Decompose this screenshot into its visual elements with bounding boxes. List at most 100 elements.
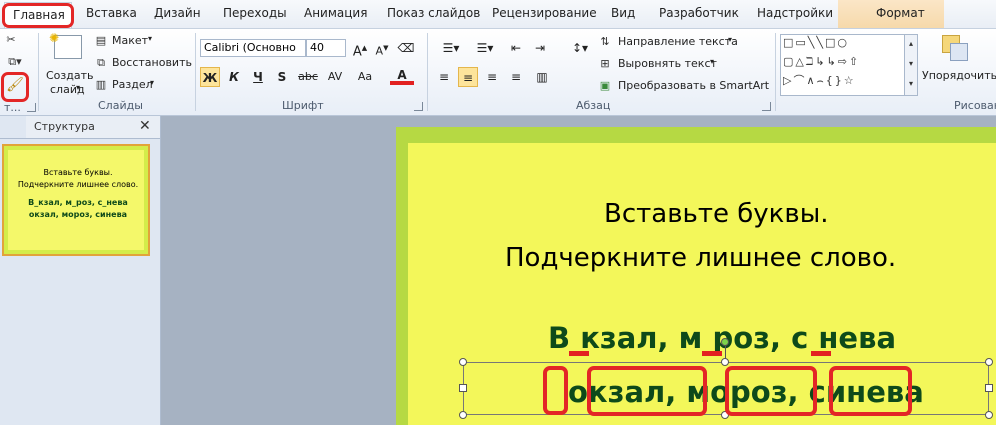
line-spacing-icon[interactable]: ↕▾ [566, 38, 594, 58]
separator [427, 33, 428, 111]
shapes-gallery[interactable]: □▭╲╲□○ ▢△ℶ↳↳⇨⇧ ▷⌒∧⌢{}☆ [780, 34, 906, 96]
shapes-row-1-icon: □▭╲╲□○ [783, 36, 850, 49]
dropdown-arrow-icon: ▾ [728, 35, 733, 44]
shrink-font-icon[interactable]: A▼ [372, 38, 392, 58]
highlight-home-tab [2, 3, 74, 28]
tab-design[interactable]: Дизайн [154, 6, 201, 20]
bullets-icon[interactable]: ☰▾ [436, 38, 466, 58]
change-case-button[interactable]: Aa [352, 67, 378, 87]
scroll-up-icon: ▴ [908, 39, 913, 48]
thumb-line-3: В_кзал, м_роз, с_нева [28, 198, 128, 207]
separator [195, 33, 196, 111]
tab-outline[interactable]: Структура [34, 120, 95, 133]
tab-developer[interactable]: Разработчик [659, 6, 739, 20]
tab-view[interactable]: Вид [611, 6, 635, 20]
font-launcher[interactable] [414, 102, 423, 111]
reset-icon: ⧉ [97, 56, 105, 69]
arrange-button[interactable]: Упорядочить [920, 33, 996, 97]
separator [38, 33, 39, 111]
shadow-button[interactable]: S [272, 67, 292, 87]
increase-indent-icon[interactable]: ⇥ [530, 38, 550, 58]
slide-thumbnail[interactable]: Вставьте буквы. Подчеркните лишнее слово… [2, 144, 150, 256]
ribbon-tab-bar: Главная Вставка Дизайн Переходы Анимация… [0, 0, 996, 29]
paragraph-launcher[interactable] [762, 102, 771, 111]
blank-underline-1 [569, 351, 589, 356]
tab-addins[interactable]: Надстройки [757, 6, 833, 20]
grow-font-icon[interactable]: A▲ [350, 38, 370, 59]
align-text-label: Выровнять текст [618, 57, 717, 70]
decrease-indent-icon[interactable]: ⇤ [506, 38, 526, 58]
italic-button[interactable]: К [224, 67, 244, 87]
blank-underline-2 [702, 351, 722, 356]
ribbon: ✂ ⧉▾ 🖌 т... ✺ Создать слайд ▾ ▤ Макет ▾ … [0, 29, 996, 116]
arrange-icon-2 [950, 43, 968, 61]
text-direction-button[interactable]: ⇅ Направление текста ▾ [598, 34, 758, 50]
cut-icon[interactable]: ✂ [4, 33, 18, 47]
resize-handle-tc[interactable] [721, 358, 729, 366]
shapes-row-2-icon: ▢△ℶ↳↳⇨⇧ [783, 55, 861, 68]
slides-group-label: Слайды [98, 99, 143, 112]
slides-pane: Структура ✕ Вставьте буквы. Подчеркните … [0, 116, 161, 425]
tab-transitions[interactable]: Переходы [223, 6, 287, 20]
scroll-down-icon: ▾ [908, 59, 913, 68]
resize-handle-br[interactable] [985, 411, 993, 419]
rotation-handle[interactable] [721, 338, 729, 346]
resize-handle-tl[interactable] [459, 358, 467, 366]
smartart-button[interactable]: ▣ Преобразовать в SmartArt [598, 78, 770, 94]
section-label: Раздел [112, 78, 153, 91]
char-spacing-button[interactable]: AV [322, 67, 348, 87]
layout-button[interactable]: ▤ Макет ▾ [94, 33, 160, 49]
font-size-combo[interactable]: 40 [306, 39, 346, 57]
copy-icon[interactable]: ⧉▾ [4, 55, 26, 69]
align-right-icon[interactable]: ≡ [482, 67, 502, 87]
resize-handle-tr[interactable] [985, 358, 993, 366]
gallery-scroll[interactable]: ▴ ▾ ▾ [904, 34, 918, 96]
clipboard-launcher[interactable] [27, 103, 36, 112]
tab-insert[interactable]: Вставка [86, 6, 137, 20]
columns-icon[interactable]: ▥ [532, 67, 552, 87]
drawing-group-label: Рисован [954, 99, 996, 112]
highlight-letter-2 [587, 366, 707, 416]
align-text-icon: ⊞ [600, 57, 610, 70]
arrange-label: Упорядочить [922, 69, 996, 82]
justify-icon[interactable]: ≡ [506, 67, 526, 87]
more-icon: ▾ [908, 79, 913, 88]
tab-format[interactable]: Формат [876, 6, 925, 20]
resize-handle-bl[interactable] [459, 411, 467, 419]
tab-slideshow[interactable]: Показ слайдов [387, 6, 480, 20]
slide-thumbnail-face: Вставьте буквы. Подчеркните лишнее слово… [8, 150, 144, 250]
separator [775, 33, 776, 111]
slide-line-2: Подчеркните лишнее слово. [505, 243, 897, 273]
smartart-icon: ▣ [599, 79, 611, 92]
section-button[interactable]: ▥ Раздел ▾ [94, 77, 160, 93]
strikethrough-button[interactable]: abc [295, 67, 321, 87]
clear-format-icon[interactable]: ⌫ [396, 38, 416, 58]
font-name-combo[interactable]: Calibri (Основно [200, 39, 306, 57]
reset-button[interactable]: ⧉ Восстановить [94, 55, 192, 71]
align-center-icon[interactable]: ≡ [458, 67, 478, 87]
resize-handle-mr[interactable] [985, 384, 993, 392]
font-color-button[interactable]: A [390, 65, 414, 85]
layout-icon: ▤ [95, 34, 107, 47]
tab-review[interactable]: Рецензирование [492, 6, 597, 20]
thumb-line-2: Подчеркните лишнее слово. [17, 180, 139, 189]
tab-slides[interactable] [0, 116, 26, 138]
dropdown-arrow-icon: ▾ [76, 83, 81, 92]
smartart-label: Преобразовать в SmartArt [618, 79, 770, 92]
align-text-button[interactable]: ⊞ Выровнять текст ▾ [598, 56, 758, 72]
resize-handle-ml[interactable] [459, 384, 467, 392]
paragraph-group-label: Абзац [576, 99, 611, 112]
tab-animation[interactable]: Анимация [304, 6, 367, 20]
align-left-icon[interactable]: ≡ [434, 67, 454, 87]
new-slide-icon: ✺ [49, 31, 82, 59]
text-direction-label: Направление текста [618, 35, 738, 48]
text-direction-icon: ⇅ [600, 35, 610, 48]
close-icon[interactable]: ✕ [139, 118, 151, 134]
underline-button[interactable]: Ч [248, 67, 268, 87]
font-group-label: Шрифт [282, 99, 324, 112]
new-slide-button[interactable]: ✺ Создать слайд ▾ [44, 31, 94, 97]
numbering-icon[interactable]: ☰▾ [470, 38, 500, 58]
bold-button[interactable]: Ж [200, 67, 220, 87]
thumb-line-1: Вставьте буквы. [43, 168, 113, 177]
dropdown-arrow-icon: ▾ [148, 34, 153, 43]
